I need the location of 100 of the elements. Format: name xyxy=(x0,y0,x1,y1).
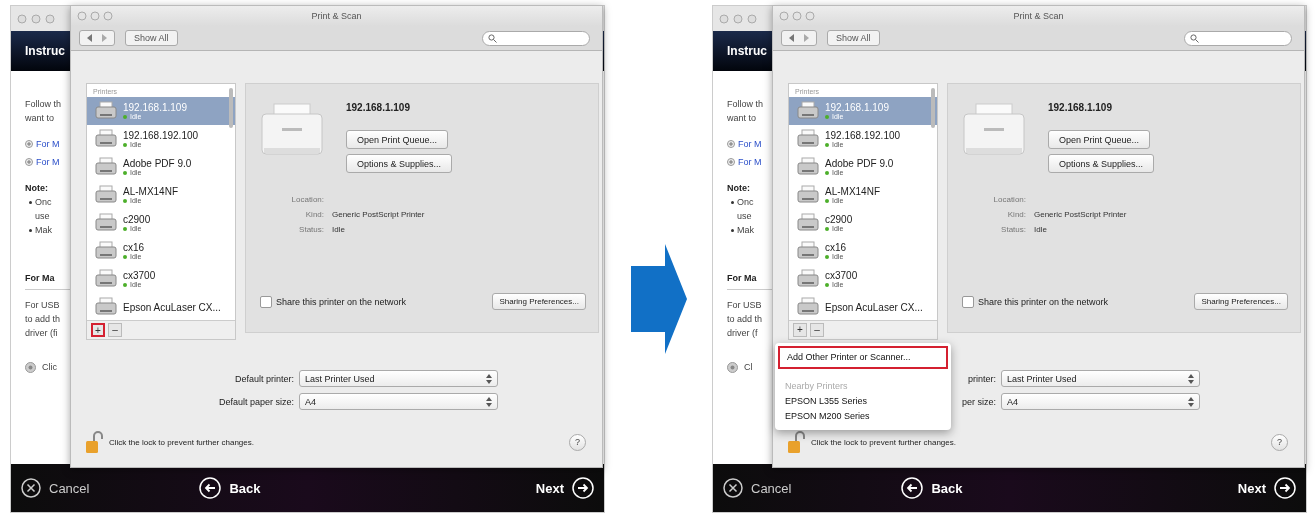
printer-action-button[interactable]: Options & Supplies... xyxy=(1048,154,1155,173)
status-dot-icon xyxy=(825,142,829,147)
add-button[interactable]: + xyxy=(793,323,807,337)
plus-circle-icon xyxy=(727,158,735,166)
window-title: Print & Scan xyxy=(1013,11,1064,21)
show-all-button[interactable]: Show All xyxy=(125,30,178,46)
note-text: Onc xyxy=(35,196,52,209)
field-value: Idle xyxy=(332,225,345,234)
printer-item[interactable]: Epson AcuLaser CX... xyxy=(87,293,235,320)
show-all-button[interactable]: Show All xyxy=(827,30,880,46)
updown-arrows-icon xyxy=(1188,373,1194,384)
note-text: Mak xyxy=(737,224,754,237)
close-icon xyxy=(723,478,743,498)
printer-icon xyxy=(797,185,819,205)
scrollbar-thumb[interactable] xyxy=(229,88,233,128)
installer-title: Instruc xyxy=(727,44,767,58)
status-dot-icon xyxy=(123,114,127,119)
field-label: Location: xyxy=(290,195,324,204)
updown-arrows-icon xyxy=(1188,396,1194,407)
search-field[interactable] xyxy=(1184,30,1292,46)
printer-icon xyxy=(797,241,819,261)
checkbox-label: Share this printer on the network xyxy=(978,296,1109,307)
add-button[interactable]: + xyxy=(91,323,105,337)
printer-icon xyxy=(95,185,117,205)
sharing-preferences-button[interactable]: Sharing Preferences... xyxy=(1194,293,1288,310)
instruction-link[interactable]: For M xyxy=(36,137,60,151)
note-text: use xyxy=(737,210,752,223)
status-dot-icon xyxy=(825,114,829,119)
printer-icon xyxy=(797,269,819,289)
help-button[interactable]: ? xyxy=(569,433,586,451)
note-text: Onc xyxy=(737,196,754,209)
instruction-link[interactable]: For M xyxy=(738,137,762,151)
share-checkbox[interactable] xyxy=(962,295,974,308)
printer-action-button[interactable]: Open Print Queue... xyxy=(346,130,449,149)
status-dot-icon xyxy=(123,226,127,231)
menu-item[interactable]: Add Other Printer or Scanner... xyxy=(778,346,948,369)
note-heading: Note: xyxy=(727,182,750,195)
status-dot-icon xyxy=(123,254,127,259)
printer-action-button[interactable]: Open Print Queue... xyxy=(1048,130,1151,149)
search-field[interactable] xyxy=(482,30,590,46)
menu-item[interactable]: EPSON L355 Series xyxy=(775,394,951,409)
printer-icon xyxy=(95,241,117,261)
instruction-text: to add th xyxy=(727,313,763,326)
menu-item[interactable]: EPSON M200 Series xyxy=(775,409,951,424)
share-checkbox[interactable] xyxy=(260,295,272,308)
dropdown[interactable]: A4 xyxy=(1001,393,1200,410)
instruction-link[interactable]: For M xyxy=(36,155,60,169)
help-button[interactable]: ? xyxy=(1271,433,1288,451)
status-dot-icon xyxy=(825,170,829,175)
updown-arrows-icon xyxy=(486,373,492,384)
instruction-text: want to xyxy=(25,112,55,125)
dropdown[interactable]: Last Printer Used xyxy=(299,370,498,387)
unlocked-padlock-icon[interactable] xyxy=(85,430,103,454)
printer-action-button[interactable]: Options & Supplies... xyxy=(346,154,453,173)
instruction-text: want to xyxy=(727,112,757,125)
back-button[interactable]: Back xyxy=(199,477,261,499)
updown-arrows-icon xyxy=(486,396,492,407)
dropdown[interactable]: Last Printer Used xyxy=(1001,370,1200,387)
sharing-preferences-button[interactable]: Sharing Preferences... xyxy=(492,293,586,310)
plus-circle-icon xyxy=(25,158,33,166)
search-icon xyxy=(488,33,497,43)
right-arrow-icon xyxy=(630,244,687,354)
back-forward-button[interactable] xyxy=(79,30,115,46)
search-icon xyxy=(1190,33,1199,43)
cancel-button[interactable]: Cancel xyxy=(21,478,90,498)
field-value: Generic PostScript Printer xyxy=(1034,210,1127,219)
field-label: Kind: xyxy=(304,210,324,219)
unlocked-padlock-icon[interactable] xyxy=(787,430,805,454)
window-title: Print & Scan xyxy=(311,11,362,21)
checkbox-label: Share this printer on the network xyxy=(276,296,407,307)
printer-icon xyxy=(95,269,117,289)
printer-icon xyxy=(95,101,117,121)
close-icon xyxy=(21,478,41,498)
printer-icon xyxy=(95,129,117,149)
printer-icon xyxy=(95,157,117,177)
field-label: Location: xyxy=(992,195,1026,204)
remove-button[interactable]: – xyxy=(810,323,824,337)
cancel-button[interactable]: Cancel xyxy=(723,478,792,498)
note-heading: Note: xyxy=(25,182,48,195)
dropdown[interactable]: A4 xyxy=(299,393,498,410)
plus-circle-icon xyxy=(727,140,735,148)
back-forward-icon xyxy=(788,34,810,42)
status-dot-icon xyxy=(123,142,127,147)
next-button[interactable]: Next xyxy=(535,477,594,499)
printer-name: 192.168.1.109 xyxy=(346,102,410,113)
scrollbar-thumb[interactable] xyxy=(931,88,935,128)
instruction-text: For USB xyxy=(25,299,60,312)
status-dot-icon xyxy=(825,226,829,231)
printer-item[interactable]: Epson AcuLaser CX... xyxy=(789,293,937,320)
instruction-text: Clic xyxy=(42,361,57,374)
status-dot-icon xyxy=(123,198,127,203)
menu-section-header: Nearby Printers xyxy=(784,380,849,393)
next-button[interactable]: Next xyxy=(1237,477,1296,499)
setting-label: Default paper size: xyxy=(218,396,294,407)
back-forward-button[interactable] xyxy=(781,30,817,46)
field-label: Status: xyxy=(1000,225,1026,234)
remove-button[interactable]: – xyxy=(108,323,122,337)
instruction-link[interactable]: For M xyxy=(738,155,762,169)
back-button[interactable]: Back xyxy=(901,477,963,499)
printer-icon xyxy=(797,101,819,121)
